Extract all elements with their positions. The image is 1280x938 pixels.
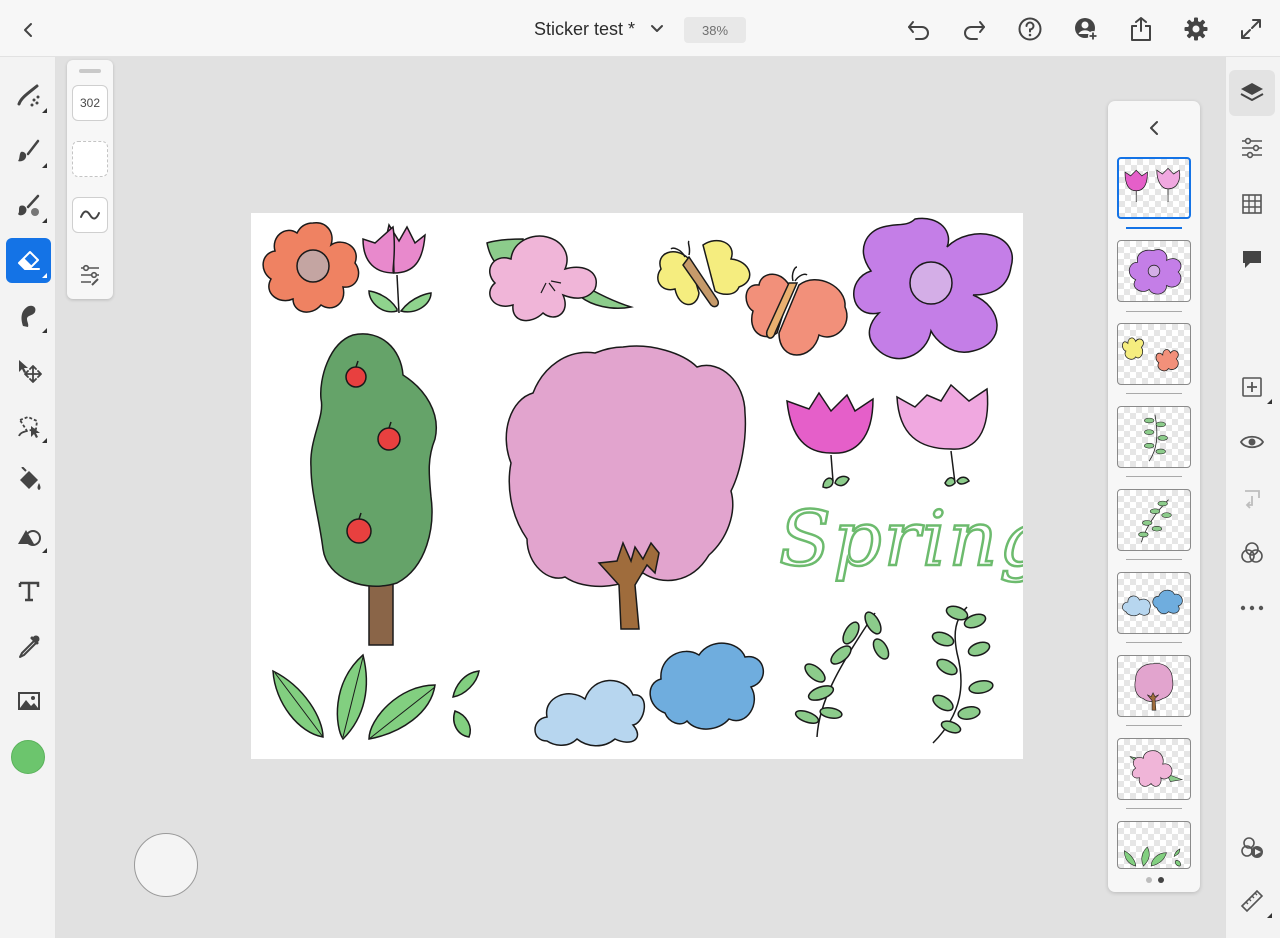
- image-import-tool[interactable]: [6, 678, 51, 723]
- blend-icon: [1241, 542, 1263, 563]
- chevron-down-icon[interactable]: [648, 20, 666, 38]
- pink-tulip-sticker: [362, 223, 432, 314]
- merge-layer-icon: [1245, 490, 1260, 509]
- layer-thumbnail-leaves[interactable]: [1117, 821, 1191, 869]
- redo-icon[interactable]: [960, 15, 988, 43]
- pixel-brush-tool-icon: [17, 139, 39, 161]
- pink-tree-sticker: [505, 345, 747, 630]
- comment-icon: [1243, 251, 1261, 268]
- light-pink-tulip-sticker: [896, 383, 989, 487]
- fill-tool-icon: [19, 466, 40, 490]
- image-import-icon: [17, 691, 40, 710]
- remix-icon: [1241, 837, 1263, 858]
- invite-user-icon[interactable]: [1072, 15, 1100, 43]
- purple-flower-sticker: [853, 217, 1014, 360]
- document-title[interactable]: Sticker test *: [534, 19, 635, 40]
- page-dot-1[interactable]: [1146, 877, 1152, 883]
- eyedropper-tool-icon: [18, 635, 39, 658]
- ruler-button[interactable]: [1229, 878, 1275, 924]
- more-options-button[interactable]: [1229, 585, 1275, 631]
- merge-layer-button[interactable]: [1229, 475, 1275, 521]
- layers-button[interactable]: [1229, 70, 1275, 116]
- more-icon: [1240, 605, 1264, 611]
- zoom-level[interactable]: 38%: [684, 17, 746, 43]
- layer-properties-icon: [1242, 137, 1262, 159]
- smudge-tool-icon: [21, 305, 35, 327]
- layer-thumbnail-pink-tree[interactable]: [1117, 655, 1191, 717]
- apple-tree-sticker: [310, 333, 437, 646]
- ruler-icon: [1240, 889, 1264, 913]
- leaves-sticker: [272, 653, 480, 741]
- layer-page-indicator: [1146, 877, 1164, 883]
- help-icon[interactable]: [1016, 15, 1044, 43]
- fullscreen-icon[interactable]: [1237, 15, 1265, 43]
- share-export-icon[interactable]: [1127, 15, 1155, 43]
- collapse-panel-chevron-icon[interactable]: [1144, 118, 1164, 138]
- tool-properties-panel: 302: [67, 60, 113, 299]
- layer-thumbnail-clouds[interactable]: [1117, 572, 1191, 634]
- undo-icon[interactable]: [905, 15, 933, 43]
- paint-brush-tool[interactable]: [6, 73, 51, 118]
- eraser-tool-icon: [17, 250, 40, 270]
- settings-gear-icon[interactable]: [1182, 15, 1210, 43]
- clouds-sticker: [534, 642, 765, 747]
- lasso-selection-tool-icon: [17, 415, 40, 438]
- orange-butterfly-sticker: [745, 266, 848, 356]
- panel-grip-handle[interactable]: [79, 69, 101, 73]
- layer-thumbnail-tulips[interactable]: [1117, 157, 1191, 219]
- orange-flower-sticker: [262, 222, 360, 313]
- brush-shape-preview[interactable]: [72, 141, 108, 177]
- eraser-tool[interactable]: [6, 238, 51, 283]
- comments-button[interactable]: [1229, 236, 1275, 282]
- add-layer-button[interactable]: [1229, 364, 1275, 410]
- smoothing-wave-icon: [80, 210, 100, 220]
- layer-thumbnail-vine[interactable]: [1117, 406, 1191, 468]
- yellow-butterfly-sticker: [657, 239, 751, 308]
- layers-icon: [1240, 83, 1264, 101]
- vine-sticker: [931, 605, 994, 744]
- visibility-button[interactable]: [1229, 419, 1275, 465]
- smudge-tool[interactable]: [6, 293, 51, 338]
- left-toolbar: [0, 57, 56, 938]
- page-dot-2[interactable]: [1158, 877, 1164, 883]
- eyedropper-tool[interactable]: [6, 623, 51, 668]
- brush-size-field[interactable]: 302: [72, 85, 108, 121]
- layer-thumbnail-pink-lily[interactable]: [1117, 738, 1191, 800]
- grid-button[interactable]: [1229, 181, 1275, 227]
- document-canvas[interactable]: Spring: [251, 213, 1049, 759]
- top-toolbar: Sticker test * 38%: [0, 0, 1280, 57]
- touch-shortcut-button[interactable]: [134, 833, 198, 897]
- shapes-tool-icon: [17, 529, 41, 546]
- layer-thumbnail-purple-flower[interactable]: [1117, 240, 1191, 302]
- pixel-brush-tool[interactable]: [6, 128, 51, 173]
- brush-smoothing-button[interactable]: [72, 197, 108, 233]
- layer-properties-button[interactable]: [1229, 125, 1275, 171]
- layer-thumbnail-butterflies[interactable]: [1117, 323, 1191, 385]
- visibility-icon: [1239, 435, 1265, 449]
- move-tool[interactable]: [6, 348, 51, 393]
- lasso-selection-tool[interactable]: [6, 403, 51, 448]
- branch-sticker: [794, 611, 890, 738]
- pink-lily-sticker: [486, 235, 634, 322]
- current-color-swatch[interactable]: [11, 740, 45, 774]
- grid-icon: [1242, 194, 1262, 214]
- mixer-brush-tool[interactable]: [6, 183, 51, 228]
- shapes-tool[interactable]: [6, 513, 51, 558]
- remix-button[interactable]: [1229, 824, 1275, 870]
- text-tool[interactable]: [6, 568, 51, 613]
- brush-settings-sliders-icon[interactable]: [78, 263, 102, 287]
- mixer-brush-tool-icon: [17, 194, 39, 216]
- add-layer-icon: [1242, 377, 1262, 397]
- back-chevron-icon[interactable]: [14, 16, 42, 44]
- layers-panel: [1108, 101, 1200, 892]
- text-tool-icon: [18, 581, 39, 601]
- blend-mode-button[interactable]: [1229, 530, 1275, 576]
- fill-tool[interactable]: [6, 458, 51, 503]
- spring-text: Spring: [779, 494, 1023, 583]
- move-tool-icon: [18, 359, 42, 383]
- magenta-tulip-sticker: [786, 391, 874, 489]
- right-toolbar: [1225, 57, 1280, 938]
- paint-brush-tool-icon: [17, 84, 39, 106]
- layer-thumbnail-branch[interactable]: [1117, 489, 1191, 551]
